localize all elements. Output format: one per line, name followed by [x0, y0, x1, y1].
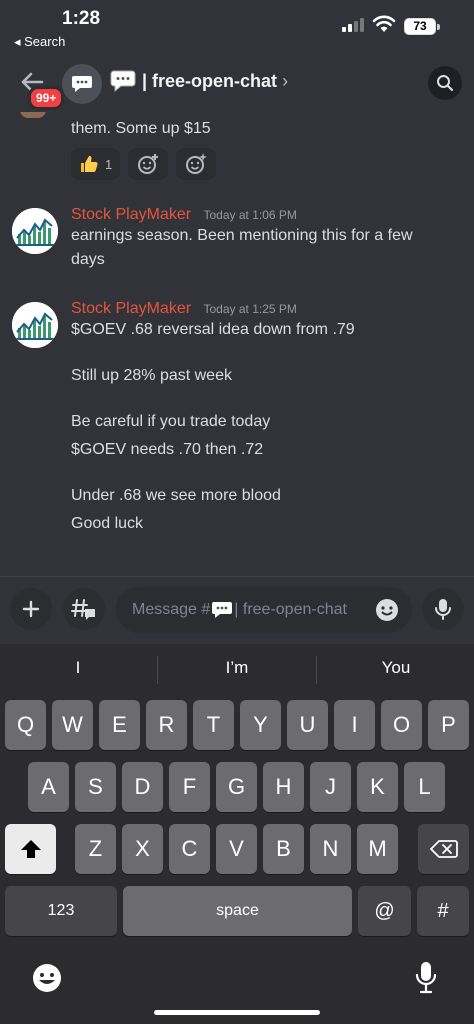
backspace-icon: [429, 840, 458, 858]
hash-key[interactable]: #: [417, 886, 469, 936]
status-time: 1:28: [62, 8, 101, 29]
channel-title[interactable]: | free-open-chat ›: [142, 71, 288, 92]
key-w[interactable]: W: [52, 700, 93, 750]
delete-key[interactable]: [418, 824, 469, 874]
key-h[interactable]: H: [263, 762, 304, 812]
thread-icon: [71, 599, 95, 620]
key-u[interactable]: U: [287, 700, 328, 750]
message-placeholder-suffix: | free-open-chat: [234, 601, 347, 618]
at-key[interactable]: @: [358, 886, 411, 936]
numbers-key[interactable]: 123: [5, 886, 117, 936]
emoji-keyboard-icon[interactable]: [31, 962, 63, 994]
space-key[interactable]: space: [123, 886, 352, 936]
message-partial-text: them. Some up $15: [71, 120, 211, 137]
message-line: earnings season. Been mentioning this fo…: [71, 227, 413, 244]
partial-avatar: [20, 112, 46, 118]
predictive-bar: I I’m You: [0, 644, 474, 696]
key-z[interactable]: Z: [75, 824, 116, 874]
key-c[interactable]: C: [169, 824, 210, 874]
key-x[interactable]: X: [122, 824, 163, 874]
chat-bubble-icon: [72, 76, 92, 92]
channel-name: | free-open-chat: [142, 71, 278, 91]
threads-button[interactable]: [63, 588, 105, 630]
key-i[interactable]: I: [334, 700, 375, 750]
message-list[interactable]: them. Some up $15 1 Stock PlayMaker Toda…: [0, 112, 474, 576]
avatar[interactable]: [12, 208, 58, 254]
status-bar: 1:28 ◂ Search 73: [0, 0, 474, 52]
message-line: Good luck: [71, 515, 144, 532]
plus-icon: [22, 600, 40, 618]
speech-bubble-icon: [110, 70, 136, 93]
speech-bubble-icon: [212, 602, 233, 618]
message-line: $GOEV .68 reversal idea down from .79: [71, 321, 355, 338]
suggestion-3[interactable]: You: [326, 658, 466, 678]
key-e[interactable]: E: [99, 700, 140, 750]
message-timestamp: Today at 1:25 PM: [203, 302, 297, 316]
search-button[interactable]: [428, 66, 462, 100]
message-line: days: [71, 251, 105, 268]
key-a[interactable]: A: [28, 762, 69, 812]
key-q[interactable]: Q: [5, 700, 46, 750]
key-r[interactable]: R: [146, 700, 187, 750]
message-line: Be careful if you trade today: [71, 413, 271, 430]
message-placeholder-prefix: Message #: [132, 601, 211, 618]
key-o[interactable]: O: [381, 700, 422, 750]
voice-message-button[interactable]: [422, 588, 464, 630]
shift-arrow-icon: [20, 840, 41, 858]
key-t[interactable]: T: [193, 700, 234, 750]
message-input[interactable]: Message # | free-open-chat: [116, 587, 412, 633]
stock-chart-avatar-icon: [12, 208, 58, 254]
ios-keyboard: I I’m You Q W E R T Y U I O P A S D F G …: [0, 644, 474, 1024]
reaction-count: 1: [105, 156, 113, 172]
microphone-icon: [435, 599, 451, 620]
dictation-icon[interactable]: [414, 960, 438, 996]
thumbs-up-icon: [81, 155, 98, 173]
message-line: Still up 28% past week: [71, 367, 232, 384]
message-timestamp: Today at 1:06 PM: [203, 208, 297, 222]
wifi-icon: [372, 15, 396, 32]
home-indicator: [154, 1010, 320, 1015]
key-g[interactable]: G: [216, 762, 257, 812]
channel-header: 99+ | free-open-chat ›: [0, 52, 474, 112]
unread-badge: 99+: [28, 86, 65, 110]
add-super-reaction-button[interactable]: [176, 148, 217, 180]
stock-chart-avatar-icon: [12, 302, 58, 348]
key-s[interactable]: S: [75, 762, 116, 812]
reaction-thumbs-up[interactable]: 1: [71, 148, 121, 180]
key-k[interactable]: K: [357, 762, 398, 812]
battery-indicator: 73: [404, 18, 440, 35]
key-n[interactable]: N: [310, 824, 351, 874]
key-p[interactable]: P: [428, 700, 469, 750]
key-v[interactable]: V: [216, 824, 257, 874]
key-j[interactable]: J: [310, 762, 351, 812]
add-super-reaction-icon: [186, 153, 208, 174]
emoji-picker-icon[interactable]: [374, 597, 400, 623]
key-m[interactable]: M: [357, 824, 398, 874]
add-reaction-button[interactable]: [128, 148, 169, 180]
suggestion-2[interactable]: I’m: [167, 658, 307, 678]
avatar[interactable]: [12, 302, 58, 348]
chevron-right-icon: ›: [282, 71, 289, 91]
message-author[interactable]: Stock PlayMaker: [71, 300, 191, 317]
key-d[interactable]: D: [122, 762, 163, 812]
key-y[interactable]: Y: [240, 700, 281, 750]
message-author[interactable]: Stock PlayMaker: [71, 206, 191, 223]
message-composer: Message # | free-open-chat: [0, 576, 474, 644]
suggestion-1[interactable]: I: [8, 658, 148, 678]
message-line: $GOEV needs .70 then .72: [71, 441, 264, 458]
back-to-search-link[interactable]: ◂ Search: [14, 34, 65, 50]
add-reaction-icon: [138, 154, 159, 174]
key-f[interactable]: F: [169, 762, 210, 812]
key-b[interactable]: B: [263, 824, 304, 874]
search-icon: [437, 75, 454, 92]
shift-key[interactable]: [5, 824, 56, 874]
cellular-signal-icon: [342, 16, 364, 32]
message-line: Under .68 we see more blood: [71, 487, 281, 504]
key-l[interactable]: L: [404, 762, 445, 812]
attach-button[interactable]: [10, 588, 52, 630]
reaction-bar: 1: [71, 148, 217, 180]
server-icon[interactable]: [62, 64, 102, 104]
